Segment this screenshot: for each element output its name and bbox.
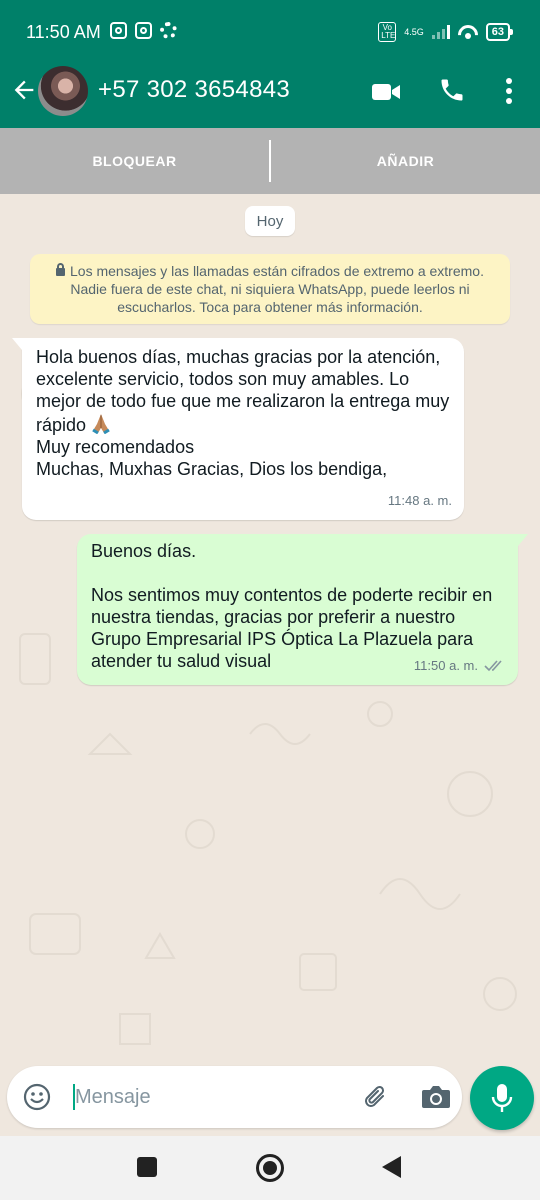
message-input-container[interactable] [7,1066,462,1128]
emoji-icon[interactable] [23,1083,51,1111]
battery-icon: 63 [485,23,514,41]
lock-icon [56,263,65,276]
message-time: 11:48 a. m. [387,493,452,508]
status-system-icons: Vo LTE 4.5G 63 [378,22,514,42]
folded-hands-icon [92,414,110,434]
gear-icon [160,22,177,39]
unknown-contact-actions: BLOQUEAR AÑADIR [0,128,540,194]
message-incoming[interactable]: Hola buenos días, muchas gracias por la … [12,338,464,520]
message-meta: 11:50 a. m. [414,655,506,677]
message-time: 11:50 a. m. [413,658,478,673]
chat-header: +57 302 3654843 [0,62,540,128]
voice-message-button[interactable] [470,1066,534,1130]
composer [0,1064,540,1136]
block-button[interactable]: BLOQUEAR [0,128,269,194]
status-time: 11:50 AM [26,22,101,42]
recents-button[interactable] [137,1157,157,1177]
network-type: 4.5G [404,26,424,37]
video-call-icon[interactable] [372,82,400,102]
signal-icon [431,25,450,39]
message-input[interactable] [75,1080,335,1114]
date-chip: Hoy [245,206,295,236]
attach-icon[interactable] [361,1082,391,1112]
camera-icon[interactable] [421,1084,451,1110]
encryption-notice[interactable]: Los mensajes y las llamadas están cifrad… [30,254,510,324]
instagram-icon [135,22,152,39]
instagram-icon [110,22,127,39]
chat-area[interactable]: Hoy Los mensajes y las llamadas están ci… [0,194,540,1064]
volte-badge: Vo LTE [378,22,397,42]
system-navigation-bar [0,1136,540,1200]
status-notification-icons [110,22,177,39]
avatar[interactable] [38,66,88,116]
message-text: Buenos días. Nos sentimos muy contentos … [91,541,493,671]
encryption-notice-text: Los mensajes y las llamadas están cifrad… [70,263,484,315]
message-text: Hola buenos días, muchas gracias por la … [36,347,455,479]
add-contact-button[interactable]: AÑADIR [271,128,540,194]
more-options-icon[interactable] [500,76,518,106]
back-arrow-icon[interactable] [10,76,38,104]
phone-call-icon[interactable] [438,76,466,104]
double-check-icon [484,660,502,672]
status-bar: 11:50 AM Vo LTE 4.5G 63 [0,0,540,62]
message-outgoing[interactable]: Buenos días. Nos sentimos muy contentos … [77,534,528,685]
home-button[interactable] [256,1154,284,1182]
contact-name[interactable]: +57 302 3654843 [98,76,290,104]
system-back-button[interactable] [382,1156,401,1178]
wifi-icon [458,25,478,39]
microphone-icon [491,1084,513,1112]
